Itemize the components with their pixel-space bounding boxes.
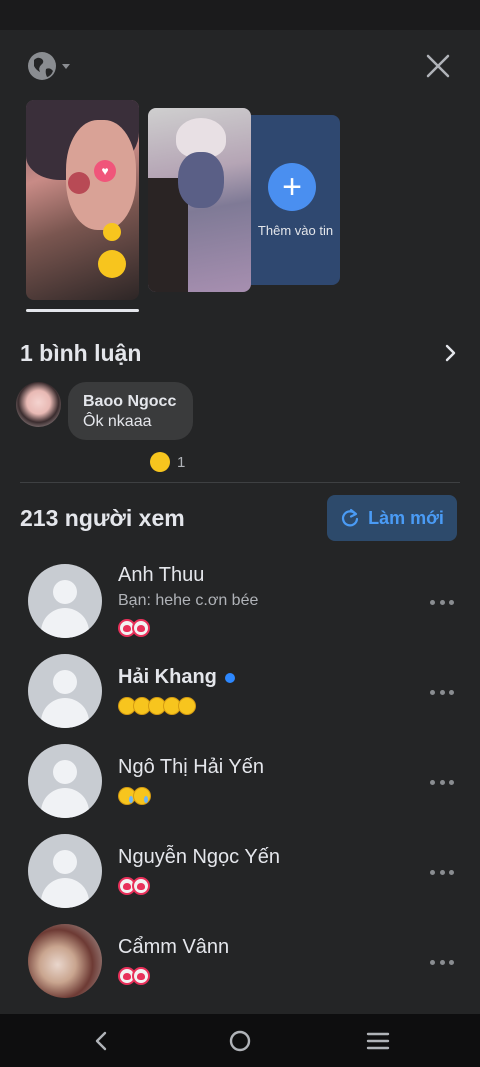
active-status-icon: [224, 672, 235, 683]
viewer-name[interactable]: Hải Khang: [118, 666, 235, 689]
more-options-button[interactable]: [430, 590, 454, 614]
back-button[interactable]: [88, 1028, 114, 1054]
viewer-row[interactable]: Anh Thuu Bạn: hehe c.ơn bée: [0, 564, 480, 650]
comment-bubble[interactable]: Baoo Ngocc Ôk nkaaa: [68, 382, 193, 440]
avatar[interactable]: [28, 744, 102, 818]
laugh-emoji-icon: [150, 452, 170, 472]
viewer-reactions: [118, 619, 150, 637]
heart-sticker-icon: [68, 172, 90, 194]
sad-reaction-icon: [133, 787, 151, 805]
viewer-row[interactable]: Cẩmm Vânn: [0, 924, 480, 1010]
more-options-button[interactable]: [430, 770, 454, 794]
viewers-title: 213 người xem: [20, 505, 185, 531]
laugh-emoji-icon: [103, 223, 121, 241]
home-icon: [229, 1030, 251, 1052]
menu-button[interactable]: [365, 1028, 391, 1054]
viewer-reactions: [118, 787, 151, 805]
comment-author[interactable]: Baoo Ngocc: [83, 393, 193, 411]
more-options-button[interactable]: [430, 950, 454, 974]
reaction-count: 1: [177, 453, 186, 471]
viewer-reactions: [118, 877, 150, 895]
story-image-face: [178, 152, 224, 208]
back-icon: [95, 1031, 107, 1051]
more-options-button[interactable]: [430, 680, 454, 704]
viewer-name[interactable]: Ngô Thị Hải Yến: [118, 756, 264, 779]
top-bar: [0, 30, 480, 100]
more-options-button[interactable]: [430, 860, 454, 884]
viewer-reactions: [118, 967, 150, 985]
viewer-name[interactable]: Nguyễn Ngọc Yến: [118, 846, 280, 869]
viewer-row[interactable]: Ngô Thị Hải Yến: [0, 744, 480, 830]
comments-title: 1 bình luận: [20, 340, 142, 366]
viewer-row[interactable]: Hải Khang: [0, 654, 480, 740]
story-thumbnail[interactable]: ♥: [26, 100, 139, 300]
heart-sticker-icon: ♥: [94, 160, 116, 182]
privacy-button[interactable]: [26, 50, 74, 82]
story-thumbnail[interactable]: [148, 108, 251, 292]
viewer-reactions: [118, 697, 196, 715]
sad-emoji-icon: [98, 250, 126, 278]
refresh-label: Làm mới: [368, 507, 444, 528]
viewer-reply: Bạn: hehe c.ơn bée: [118, 592, 259, 609]
heart-reaction-icon: [132, 877, 150, 895]
viewer-name[interactable]: Anh Thuu: [118, 564, 204, 587]
viewer-row[interactable]: Nguyễn Ngọc Yến: [0, 834, 480, 920]
heart-reaction-icon: [132, 619, 150, 637]
add-to-story-label: Thêm vào tin: [257, 223, 334, 238]
refresh-icon: [342, 508, 359, 527]
viewer-name[interactable]: Cẩmm Vânn: [118, 936, 229, 959]
comment-text: Ôk nkaaa: [83, 413, 152, 430]
comments-expand-button[interactable]: [440, 343, 460, 363]
avatar[interactable]: [16, 382, 61, 427]
avatar[interactable]: [28, 924, 102, 998]
divider: [20, 482, 460, 483]
story-strip: ♥ + Thêm vào tin: [0, 100, 480, 315]
plus-icon: +: [268, 163, 316, 211]
globe-icon: [28, 52, 70, 80]
chevron-right-icon: [445, 344, 456, 362]
active-story-indicator: [26, 309, 139, 312]
close-icon: [426, 54, 450, 78]
refresh-button[interactable]: Làm mới: [327, 495, 457, 541]
avatar[interactable]: [28, 564, 102, 638]
avatar[interactable]: [28, 654, 102, 728]
comment-reaction[interactable]: 1: [150, 452, 185, 472]
add-to-story-card[interactable]: + Thêm vào tin: [251, 115, 340, 285]
system-nav-bar: [0, 1014, 480, 1067]
status-bar: [0, 0, 480, 30]
home-button[interactable]: [227, 1028, 253, 1054]
heart-reaction-icon: [132, 967, 150, 985]
menu-icon: [366, 1032, 390, 1050]
haha-reaction-icon: [178, 697, 196, 715]
avatar[interactable]: [28, 834, 102, 908]
close-button[interactable]: [424, 52, 452, 80]
